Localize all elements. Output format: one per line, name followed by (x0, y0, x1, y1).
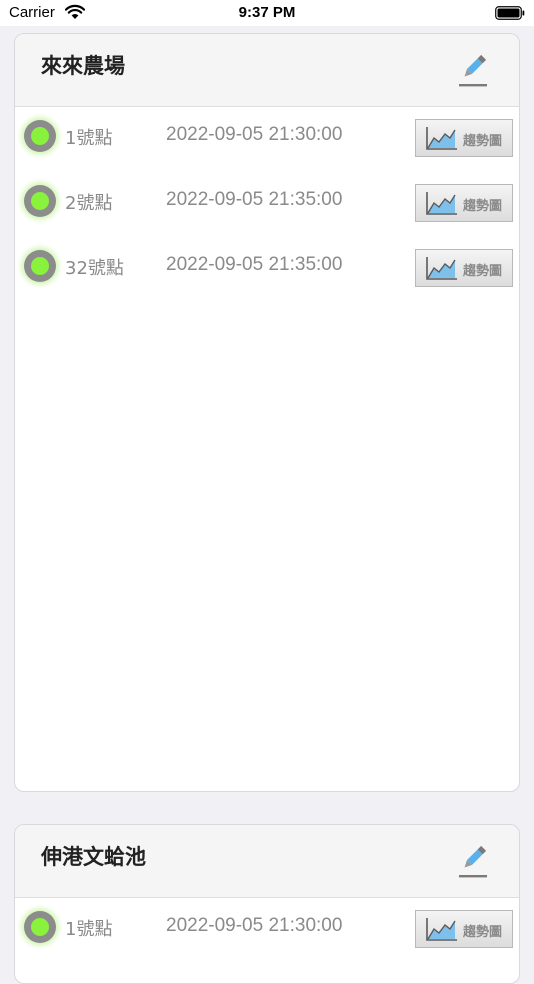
list-item: 1號點 2022-09-05 21:30:00 趨勢圖 (15, 114, 519, 162)
trend-button-label: 趨勢圖 (463, 264, 503, 279)
point-timestamp: 2022-09-05 21:35:00 (166, 254, 343, 275)
status-bar: Carrier 9:37 PM (0, 0, 534, 26)
trend-chart-icon (426, 192, 457, 215)
farm-title: 伸港文蛤池 (41, 845, 146, 869)
trend-button-label: 趨勢圖 (463, 925, 503, 940)
list-item: 2號點 2022-09-05 21:35:00 趨勢圖 (15, 179, 519, 227)
status-indicator (24, 250, 56, 282)
point-timestamp: 2022-09-05 21:30:00 (166, 915, 343, 936)
edit-pencil-icon[interactable] (457, 845, 489, 879)
trend-chart-button[interactable]: 趨勢圖 (415, 184, 513, 222)
trend-button-label: 趨勢圖 (463, 134, 503, 149)
status-indicator (24, 911, 56, 943)
list-item: 32號點 2022-09-05 21:35:00 趨勢圖 (15, 244, 519, 292)
trend-chart-icon (426, 127, 457, 150)
edit-pencil-icon[interactable] (457, 54, 489, 88)
trend-chart-button[interactable]: 趨勢圖 (415, 910, 513, 948)
trend-chart-button[interactable]: 趨勢圖 (415, 249, 513, 287)
point-name: 1號點 (65, 919, 113, 940)
battery-icon (495, 6, 525, 20)
status-time: 9:37 PM (238, 4, 296, 21)
point-name: 1號點 (65, 128, 113, 149)
status-indicator (24, 185, 56, 217)
farm-title: 來來農場 (41, 54, 125, 78)
farm-card: 伸港文蛤池 1號點 2022-09-05 21:30:00 趨勢圖 (14, 824, 520, 984)
trend-chart-icon (426, 918, 457, 941)
farm-card: 來來農場 1號點 2022-09-05 21:30:00 趨勢圖 2號點 202… (14, 33, 520, 792)
point-timestamp: 2022-09-05 21:35:00 (166, 189, 343, 210)
point-name: 32號點 (65, 258, 124, 279)
farm-card-header: 伸港文蛤池 (15, 825, 519, 898)
trend-button-label: 趨勢圖 (463, 199, 503, 214)
point-timestamp: 2022-09-05 21:30:00 (166, 124, 343, 145)
farm-card-header: 來來農場 (15, 34, 519, 107)
trend-chart-button[interactable]: 趨勢圖 (415, 119, 513, 157)
list-item: 1號點 2022-09-05 21:30:00 趨勢圖 (15, 905, 519, 953)
point-name: 2號點 (65, 193, 113, 214)
trend-chart-icon (426, 257, 457, 280)
status-indicator (24, 120, 56, 152)
